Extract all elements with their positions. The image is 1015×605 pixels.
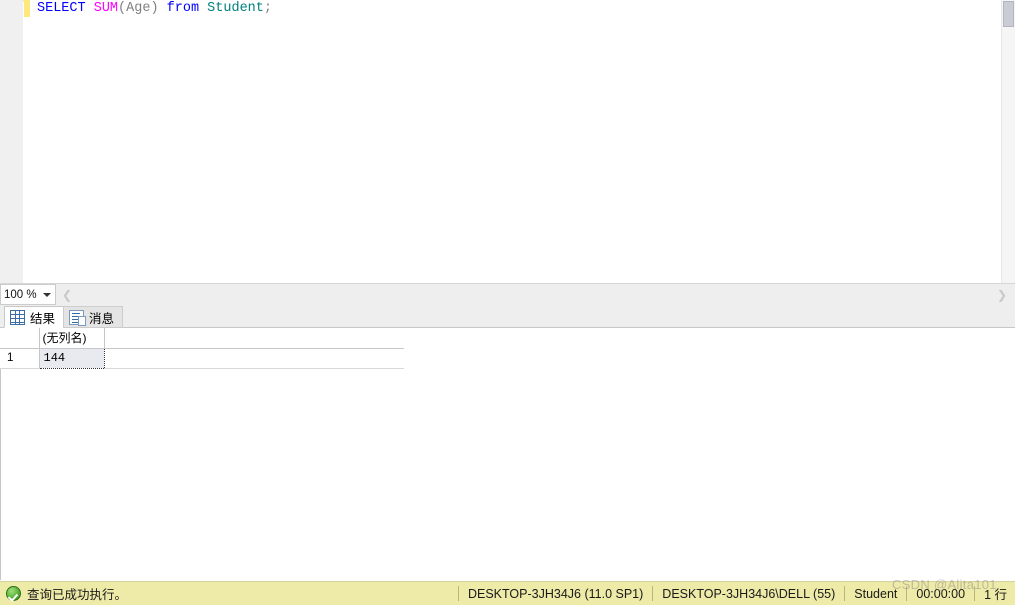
zoom-level-value: 100 % <box>4 288 37 301</box>
status-message: 查询已成功执行。 <box>27 588 128 602</box>
tab-results-label: 结果 <box>30 311 56 326</box>
table-row[interactable]: 1 144 <box>0 347 404 369</box>
results-grid-panel[interactable]: (无列名) 1 144 <box>0 328 1015 581</box>
editor-gutter <box>0 0 23 283</box>
grid-corner-header[interactable] <box>0 328 40 349</box>
sql-keyword-from: from <box>158 1 208 16</box>
status-separator-2 <box>652 586 654 601</box>
grid-header-filler <box>104 328 404 349</box>
grid-left-rail <box>0 369 1 580</box>
message-icon <box>69 309 86 326</box>
grid-icon <box>10 309 25 325</box>
sql-code-area[interactable]: SELECT SUM(Age) from Student; <box>30 0 1002 283</box>
sql-paren-open: ( <box>118 1 127 16</box>
chevron-right-icon[interactable]: ❯ <box>997 288 1007 302</box>
status-separator-4 <box>906 586 908 601</box>
sql-function-sum: SUM <box>93 1 119 16</box>
status-separator-3 <box>844 586 846 601</box>
status-user: DESKTOP-3JH34J6\DELL (55) <box>662 586 836 601</box>
grid-row-number[interactable]: 1 <box>0 348 40 369</box>
status-separator-5 <box>974 586 976 601</box>
editor-vertical-scrollbar-thumb[interactable] <box>1003 1 1014 27</box>
zoom-level-dropdown[interactable]: 100 % <box>0 284 56 305</box>
sql-paren-close: ) <box>150 1 159 16</box>
sql-semicolon: ; <box>263 1 272 16</box>
status-database: Student <box>854 586 898 601</box>
sql-column-age: Age <box>126 1 151 16</box>
sql-editor-pane[interactable]: SELECT SUM(Age) from Student; <box>0 0 1015 283</box>
results-tabstrip: 结果 消息 <box>0 305 1015 328</box>
tab-messages[interactable]: 消息 <box>63 306 124 328</box>
status-row-count: 1 行 <box>984 588 1007 602</box>
chevron-left-icon[interactable]: ❮ <box>62 288 72 302</box>
status-server: DESKTOP-3JH34J6 (11.0 SP1) <box>467 586 644 601</box>
status-bar: 查询已成功执行。 DESKTOP-3JH34J6 (11.0 SP1) DESK… <box>0 581 1015 605</box>
grid-header-row: (无列名) <box>0 328 404 349</box>
tab-results[interactable]: 结果 <box>4 306 65 328</box>
status-separator-1 <box>457 586 459 601</box>
sql-table-student: Student <box>207 1 264 16</box>
tab-messages-label: 消息 <box>89 311 115 326</box>
status-elapsed-time: 00:00:00 <box>916 586 966 601</box>
chevron-down-icon <box>43 293 51 297</box>
success-check-icon <box>6 586 21 601</box>
sql-code-line-1[interactable]: SELECT SUM(Age) from Student; <box>30 0 1002 17</box>
editor-zoom-strip: 100 % ❮ ❯ <box>0 283 1015 305</box>
grid-column-header[interactable]: (无列名) <box>39 328 105 349</box>
sql-keyword-select: SELECT <box>37 1 94 16</box>
editor-vertical-scrollbar[interactable] <box>1001 0 1015 283</box>
results-grid[interactable]: (无列名) 1 144 <box>0 328 404 369</box>
grid-cell-value[interactable]: 144 <box>38 347 105 369</box>
grid-row-filler <box>104 348 404 369</box>
